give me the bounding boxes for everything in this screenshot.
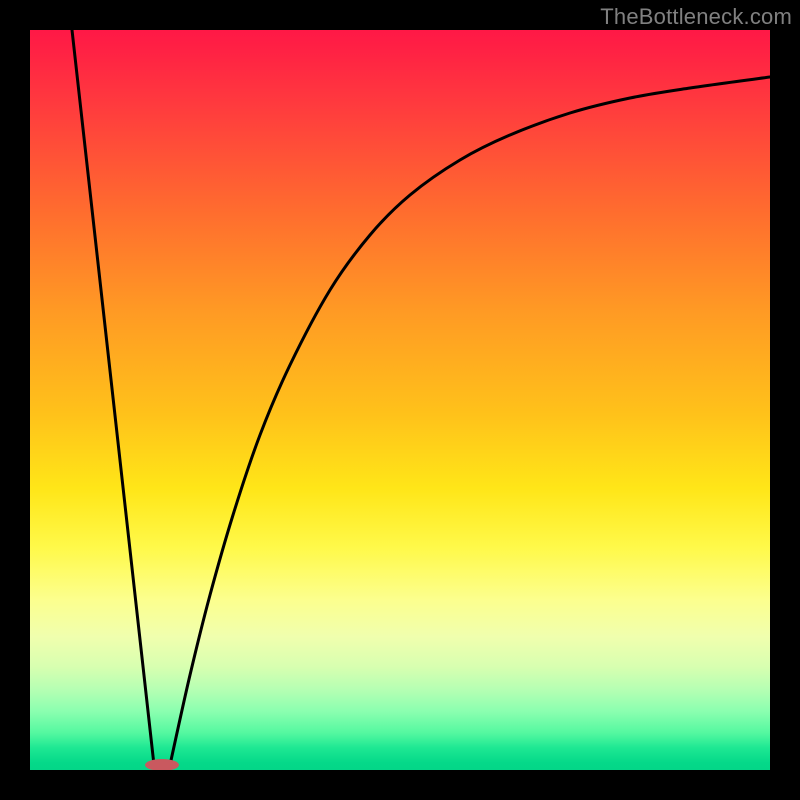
watermark-text: TheBottleneck.com bbox=[600, 4, 792, 30]
left-segment-path bbox=[72, 30, 154, 765]
chart-frame: TheBottleneck.com bbox=[0, 0, 800, 800]
right-curve-path bbox=[170, 77, 770, 765]
plot-area bbox=[30, 30, 770, 770]
minimum-marker bbox=[145, 759, 179, 770]
curve-svg bbox=[30, 30, 770, 770]
